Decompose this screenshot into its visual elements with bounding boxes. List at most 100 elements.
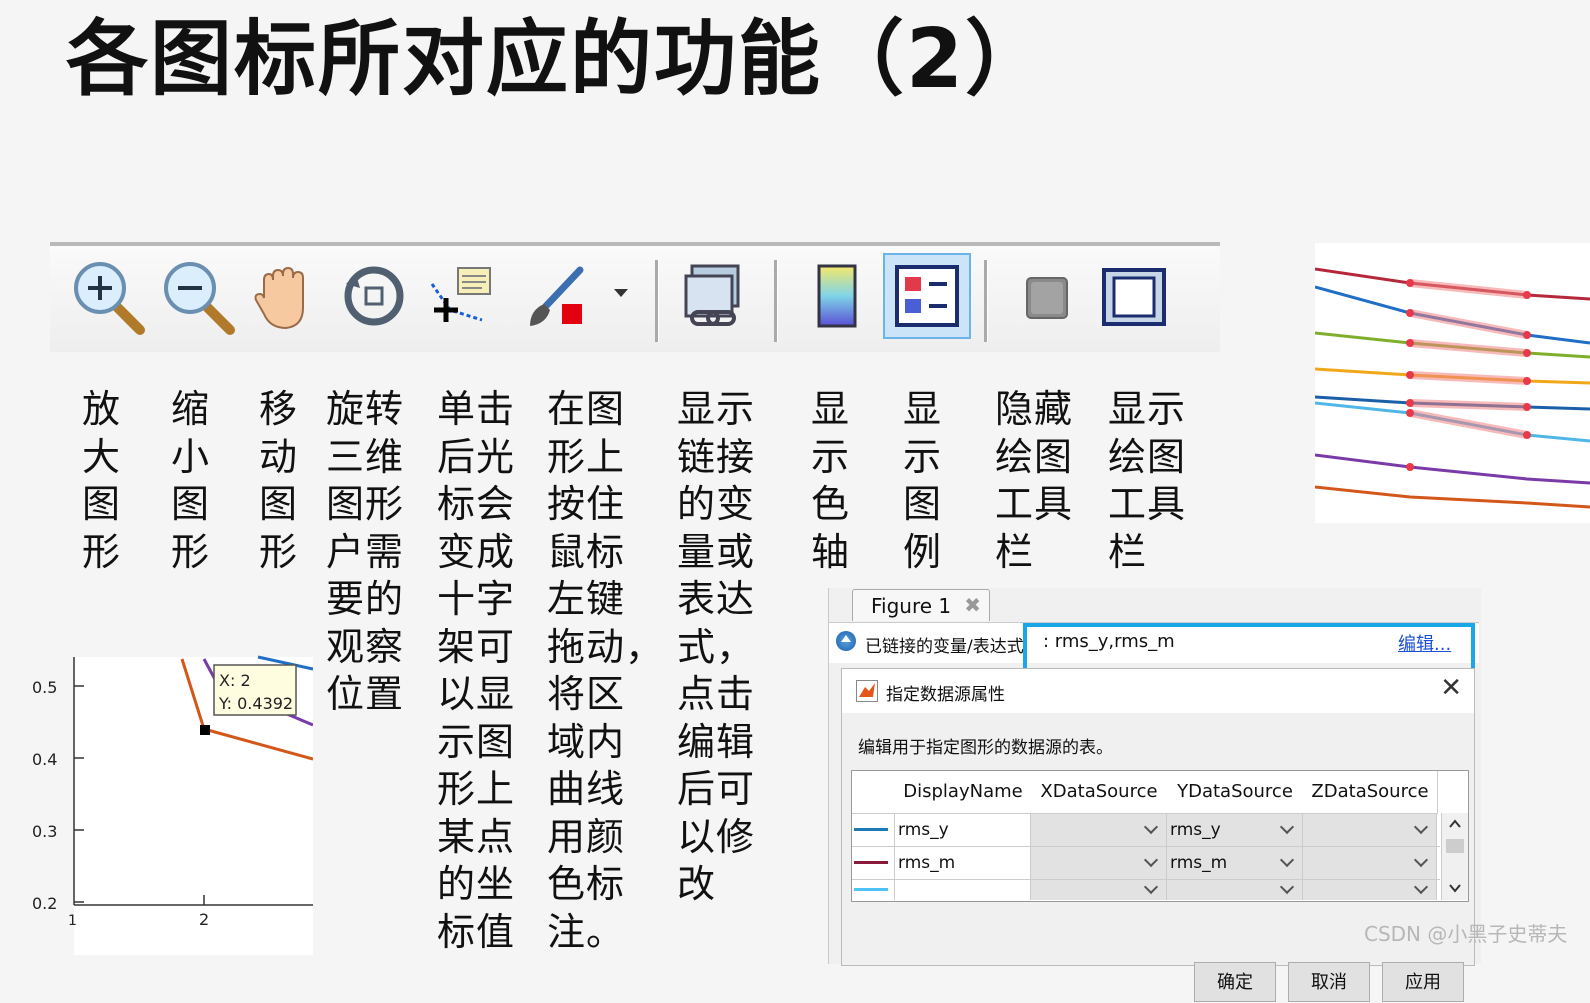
y-tick-label: 0.4 (32, 750, 57, 769)
y-tick-label: 0.2 (32, 894, 57, 913)
y-tick-label: 0.5 (32, 678, 57, 697)
line-swatch-cell (852, 814, 895, 846)
legend-icon (895, 265, 959, 327)
dialog-title: 指定数据源属性 (886, 685, 1005, 705)
collapse-icon[interactable] (836, 631, 856, 651)
pan-button[interactable] (242, 254, 326, 338)
y-tick-label: 0.3 (32, 822, 57, 841)
zoom-out-button[interactable] (154, 254, 238, 338)
chevron-down-icon (1413, 819, 1429, 835)
line-swatch-cell (852, 880, 895, 900)
hide-plot-tools-icon (1026, 277, 1068, 319)
ydatasource-select[interactable]: rms_y (1167, 814, 1303, 846)
close-icon[interactable]: ✕ (1440, 673, 1462, 703)
table-row (852, 880, 1440, 900)
tab-figure-1[interactable]: Figure 1 ✖ (852, 589, 990, 621)
line-swatch (854, 861, 888, 864)
select-value: rms_y (1170, 820, 1221, 840)
column-header[interactable]: XDataSource (1031, 771, 1168, 814)
toolbar-divider (984, 260, 988, 342)
display-name-cell[interactable] (895, 880, 1031, 900)
rotate-3d-icon (344, 266, 404, 326)
line-swatch-cell (852, 847, 895, 879)
table-scrollbar[interactable] (1441, 813, 1468, 900)
brush-button[interactable] (516, 254, 600, 338)
legend-button[interactable] (883, 253, 971, 339)
chevron-down-icon (1143, 852, 1159, 868)
apply-button[interactable]: 应用 (1382, 962, 1464, 1002)
brush-icon (530, 266, 584, 326)
colorbar-button[interactable] (795, 254, 879, 338)
toolbar-divider (774, 260, 778, 342)
datatip-y-label: Y: 0.4392 (218, 694, 293, 713)
zoom-in-icon (74, 262, 145, 335)
xdatasource-select[interactable] (1031, 847, 1167, 879)
highlight-frame (1023, 623, 1475, 673)
tool-description-show-plot-tools: 显示 绘图 工具 栏 (1108, 387, 1187, 574)
tool-description-zoom-out: 缩 小 图 形 (171, 387, 211, 574)
column-header[interactable]: ZDataSource (1303, 771, 1438, 814)
tool-description-colorbar: 显 示 色 轴 (811, 387, 851, 574)
tool-description-data-cursor: 单击 后光 标会 变成 十字 架可 以显 示图 形上 某点 的坐 标值 (437, 387, 516, 954)
tab-label: Figure 1 (871, 594, 952, 618)
x-tick-label: 1 (68, 913, 77, 929)
x-tick-label: 2 (199, 910, 209, 929)
tool-description-legend: 显 示 图 例 (903, 387, 943, 574)
zoom-out-icon (164, 262, 235, 335)
linked-variables-label: 已链接的变量/表达式 (865, 637, 1024, 657)
display-name-cell[interactable]: rms_y (895, 814, 1031, 846)
data-cursor-button[interactable] (422, 254, 506, 338)
chevron-down-icon (1143, 880, 1159, 895)
tool-description-link: 显示 链接 的变 量或 表达 式， 点击 编辑 后可 以修 改 (677, 387, 756, 906)
link-plot-button[interactable] (674, 254, 758, 338)
datatip-plot: 0.5 0.4 0.3 0.2 1 2 X: 2 Y: 0.4392 (28, 655, 314, 955)
xdatasource-select[interactable] (1031, 880, 1167, 900)
chevron-down-icon (1279, 852, 1295, 868)
zdatasource-select[interactable] (1303, 847, 1437, 879)
tool-description-brush: 在图 形上 按住 鼠标 左键 拖动， 将区 域内 曲线 用颜 色标 注。 (547, 387, 665, 954)
line-swatch (854, 888, 888, 891)
tool-description-hide-plot-tools: 隐藏 绘图 工具 栏 (995, 387, 1074, 574)
colorbar-icon (817, 264, 857, 328)
column-header[interactable]: YDataSource (1167, 771, 1304, 814)
zoom-in-button[interactable] (64, 254, 148, 338)
figure-toolbar (50, 242, 1220, 352)
chevron-down-icon (1143, 819, 1159, 835)
show-plot-tools-button[interactable] (1092, 254, 1176, 338)
tool-description-rotate: 旋转 三维 图形 户需 要的 观察 位置 (326, 387, 405, 716)
xdatasource-select[interactable] (1031, 814, 1167, 846)
cancel-button[interactable]: 取消 (1288, 962, 1370, 1002)
tool-description-zoom-in: 放 大 图 形 (82, 387, 122, 574)
select-value: rms_m (1170, 853, 1228, 873)
watermark: CSDN @小黑子史蒂夫 (1364, 922, 1568, 946)
chevron-down-icon (1413, 880, 1429, 895)
chevron-down-icon (614, 289, 628, 297)
zdatasource-select[interactable] (1303, 814, 1437, 846)
tool-description-pan: 移 动 图 形 (259, 387, 299, 574)
display-name-cell[interactable]: rms_m (895, 847, 1031, 879)
datatip-x-label: X: 2 (219, 671, 251, 690)
chevron-down-icon (1279, 819, 1295, 835)
plot-lines (1314, 267, 1590, 509)
brush-options-dropdown[interactable] (610, 282, 632, 304)
data-source-table: DisplayName XDataSource YDataSource ZDat… (851, 770, 1469, 902)
link-icon (684, 264, 740, 326)
ydatasource-select[interactable]: rms_m (1167, 847, 1303, 879)
table-header-swatch (852, 771, 896, 814)
table-row: rms_y rms_y (852, 814, 1440, 847)
close-tab-icon[interactable]: ✖ (964, 593, 981, 617)
table-row: rms_m rms_m (852, 847, 1440, 880)
zdatasource-select[interactable] (1303, 880, 1437, 900)
brushed-lines-plot (1314, 243, 1590, 523)
hide-plot-tools-button[interactable] (1005, 254, 1089, 338)
show-plot-tools-icon (1102, 268, 1166, 326)
toolbar-divider (655, 260, 659, 342)
ydatasource-select[interactable] (1167, 880, 1303, 900)
chevron-down-icon (1279, 880, 1295, 895)
column-header[interactable]: DisplayName (895, 771, 1032, 814)
pan-icon (254, 266, 304, 330)
dialog-description: 编辑用于指定图形的数据源的表。 (858, 738, 1113, 758)
page-title: 各图标所对应的功能（2） (66, 12, 1050, 107)
rotate-3d-button[interactable] (332, 254, 416, 338)
ok-button[interactable]: 确定 (1194, 962, 1276, 1002)
